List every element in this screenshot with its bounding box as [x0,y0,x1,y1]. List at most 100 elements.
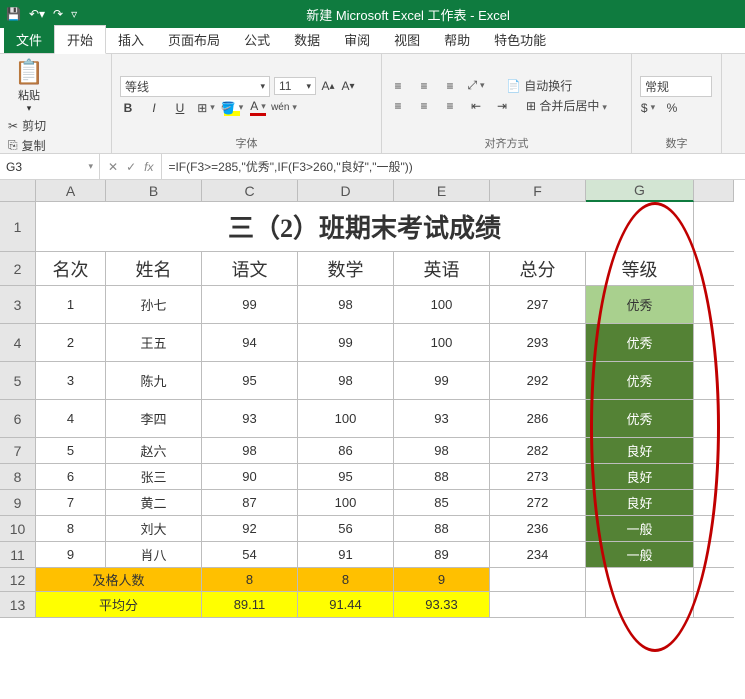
cell-total[interactable]: 292 [490,362,586,400]
col-header-B[interactable]: B [106,180,202,202]
cell-name[interactable]: 肖八 [106,542,202,568]
cell-total[interactable]: 236 [490,516,586,542]
cell-eng[interactable]: 85 [394,490,490,516]
cell-name[interactable]: 陈九 [106,362,202,400]
tab-layout[interactable]: 页面布局 [156,26,232,53]
cell-math[interactable]: 86 [298,438,394,464]
align-center-icon[interactable]: ≡ [416,98,432,114]
tab-help[interactable]: 帮助 [432,26,482,53]
col-header-G[interactable]: G [586,180,694,202]
table-header-2[interactable]: 语文 [202,252,298,286]
cancel-icon[interactable]: ✕ [108,160,118,174]
row-header-3[interactable]: 3 [0,286,36,324]
cell-total[interactable]: 273 [490,464,586,490]
cell-grade[interactable]: 一般 [586,542,694,568]
bold-button[interactable]: B [120,100,136,116]
table-header-3[interactable]: 数学 [298,252,394,286]
merge-button[interactable]: ⊞ 合并后居中 [526,97,607,114]
border-button[interactable]: ⊞ [198,100,214,116]
tab-insert[interactable]: 插入 [106,26,156,53]
col-header-E[interactable]: E [394,180,490,202]
indent-left-icon[interactable]: ⇤ [468,98,484,114]
cell-name[interactable]: 刘大 [106,516,202,542]
row-header-7[interactable]: 7 [0,438,36,464]
cell-rank[interactable]: 5 [36,438,106,464]
cell-total[interactable]: 286 [490,400,586,438]
table-header-0[interactable]: 名次 [36,252,106,286]
tab-formulas[interactable]: 公式 [232,26,282,53]
cell-total[interactable]: 272 [490,490,586,516]
increase-font-icon[interactable]: A▴ [320,78,336,94]
col-header-C[interactable]: C [202,180,298,202]
cell-rank[interactable]: 7 [36,490,106,516]
tab-review[interactable]: 审阅 [332,26,382,53]
cell-name[interactable]: 赵六 [106,438,202,464]
cell-grade[interactable]: 优秀 [586,286,694,324]
cell-math[interactable]: 95 [298,464,394,490]
name-box[interactable]: G3▾ [0,154,100,179]
font-name-select[interactable]: 等线▾ [120,76,270,97]
cell-rank[interactable]: 8 [36,516,106,542]
pass-eng[interactable]: 9 [394,568,490,592]
cell-rank[interactable]: 1 [36,286,106,324]
cell-math[interactable]: 99 [298,324,394,362]
col-header-A[interactable]: A [36,180,106,202]
avg-math[interactable]: 91.44 [298,592,394,618]
row-header-11[interactable]: 11 [0,542,36,568]
align-right-icon[interactable]: ≡ [442,98,458,114]
cell-name[interactable]: 张三 [106,464,202,490]
cell-chn[interactable]: 87 [202,490,298,516]
cell-grade[interactable]: 良好 [586,490,694,516]
select-all-corner[interactable] [0,180,36,202]
col-header-F[interactable]: F [490,180,586,202]
col-header-D[interactable]: D [298,180,394,202]
decrease-font-icon[interactable]: A▾ [340,78,356,94]
indent-right-icon[interactable]: ⇥ [494,98,510,114]
row-header-4[interactable]: 4 [0,324,36,362]
row-header-5[interactable]: 5 [0,362,36,400]
row-header-9[interactable]: 9 [0,490,36,516]
cell-name[interactable]: 李四 [106,400,202,438]
row-header-13[interactable]: 13 [0,592,36,618]
pass-chn[interactable]: 8 [202,568,298,592]
fill-color-button[interactable]: 🪣 [224,100,240,116]
confirm-icon[interactable]: ✓ [126,160,136,174]
cell-math[interactable]: 100 [298,490,394,516]
cell-grade[interactable]: 优秀 [586,324,694,362]
cell-name[interactable]: 黄二 [106,490,202,516]
cell-total[interactable]: 297 [490,286,586,324]
table-header-1[interactable]: 姓名 [106,252,202,286]
cell-grade[interactable]: 优秀 [586,400,694,438]
italic-button[interactable]: I [146,100,162,116]
cell-blank[interactable] [694,252,734,286]
col-header-extra[interactable] [694,180,734,202]
cell-eng[interactable]: 93 [394,400,490,438]
sheet-title[interactable]: 三（2）班期末考试成绩 [36,202,694,252]
redo-icon[interactable]: ↷ [53,7,63,21]
avg-eng[interactable]: 93.33 [394,592,490,618]
orientation-icon[interactable]: ⤢ [468,78,484,94]
pass-label[interactable]: 及格人数 [36,568,202,592]
cell-grade[interactable]: 良好 [586,438,694,464]
cell-total[interactable]: 293 [490,324,586,362]
cell-math[interactable]: 100 [298,400,394,438]
font-color-button[interactable]: A [250,100,266,116]
wrap-text-button[interactable]: 📄 自动换行 [506,77,572,94]
table-header-6[interactable]: 等级 [586,252,694,286]
cell-math[interactable]: 98 [298,362,394,400]
cell-eng[interactable]: 98 [394,438,490,464]
phonetic-button[interactable]: wén [276,100,292,116]
cell-eng[interactable]: 99 [394,362,490,400]
tab-file[interactable]: 文件 [4,26,54,53]
cell-rank[interactable]: 9 [36,542,106,568]
cell-chn[interactable]: 95 [202,362,298,400]
cell-name[interactable]: 王五 [106,324,202,362]
row-header-2[interactable]: 2 [0,252,36,286]
cell-chn[interactable]: 99 [202,286,298,324]
cell-total[interactable]: 282 [490,438,586,464]
cell-chn[interactable]: 98 [202,438,298,464]
undo-icon[interactable]: ↶▾ [29,7,45,21]
align-middle-icon[interactable]: ≡ [416,78,432,94]
cell-eng[interactable]: 100 [394,286,490,324]
cell-eng[interactable]: 89 [394,542,490,568]
